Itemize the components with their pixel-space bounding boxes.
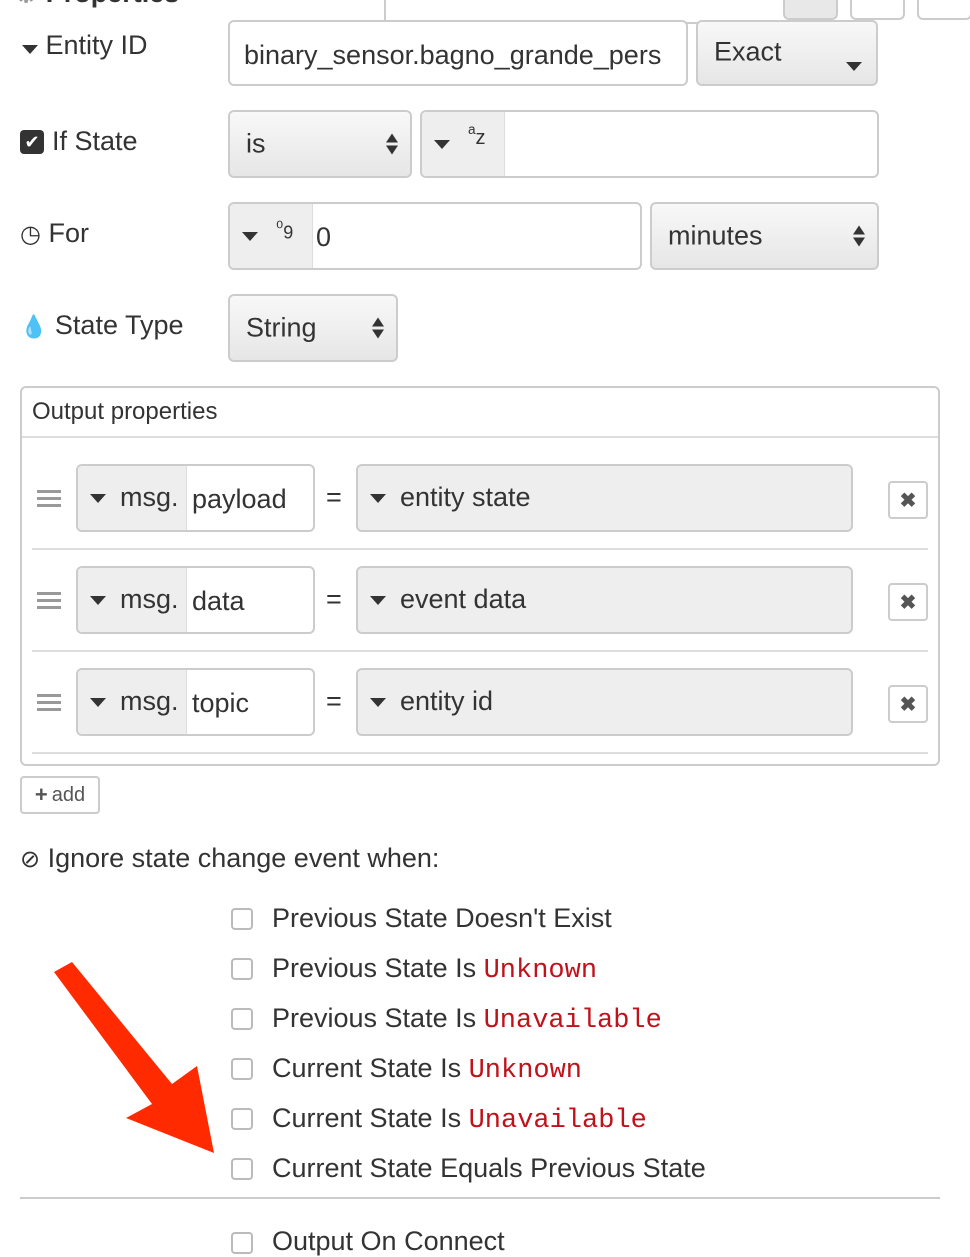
annotation-arrow bbox=[54, 962, 214, 1153]
arrow-shape bbox=[54, 962, 214, 1153]
